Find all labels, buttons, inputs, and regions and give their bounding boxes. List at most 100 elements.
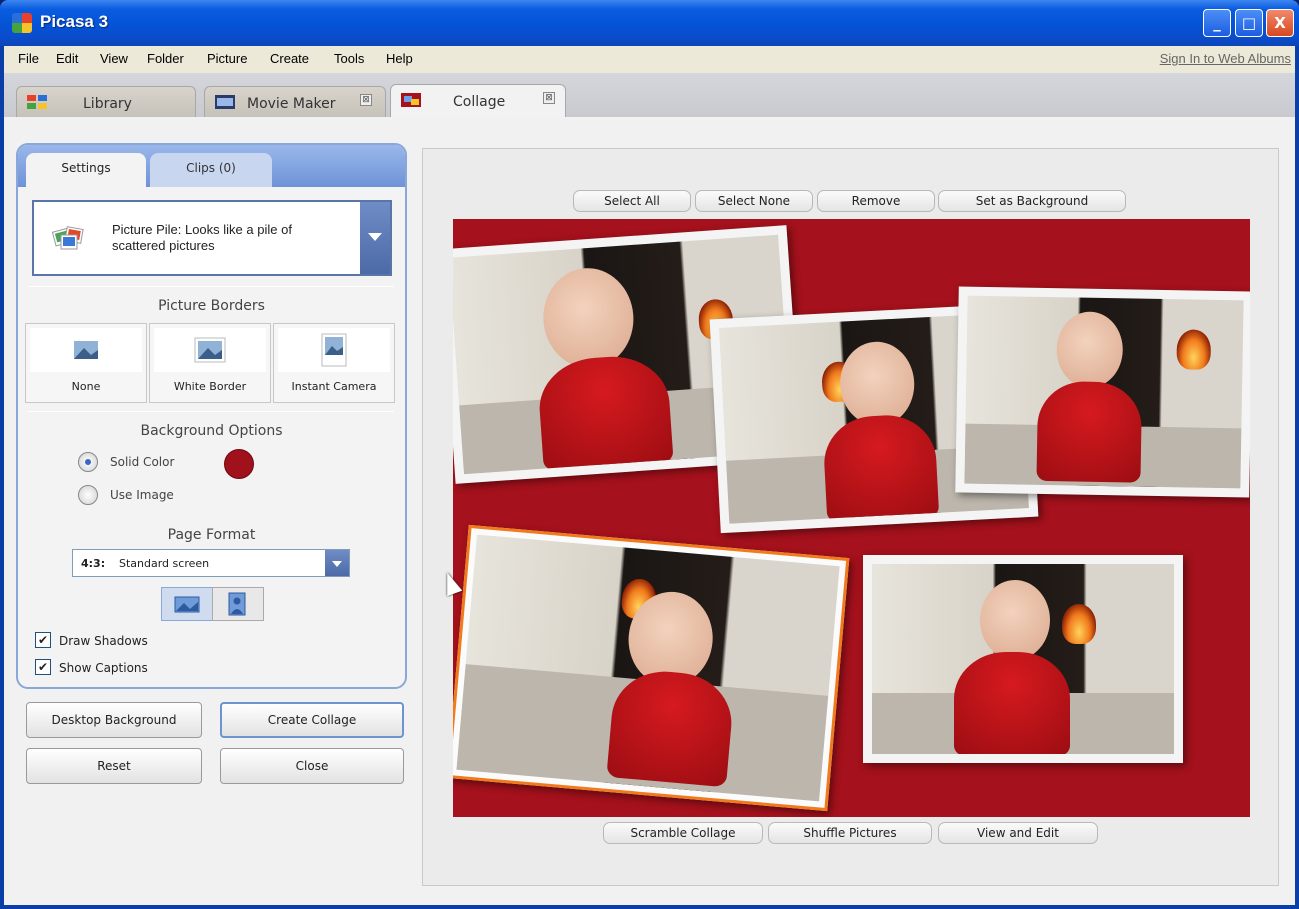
minimize-button[interactable]: _ — [1203, 9, 1231, 37]
tab-collage-label: Collage — [453, 94, 506, 110]
library-icon — [27, 95, 47, 109]
use-image-label: Use Image — [110, 488, 174, 502]
landscape-icon — [174, 596, 200, 613]
collage-type-dropdown[interactable]: Picture Pile: Looks like a pile of scatt… — [32, 200, 392, 276]
menu-view[interactable]: View — [100, 51, 128, 66]
baby-head — [980, 580, 1050, 660]
instant-camera-thumb-icon — [321, 333, 347, 367]
settings-panel-header: Settings Clips (0) — [18, 145, 405, 187]
view-and-edit-button[interactable]: View and Edit — [938, 822, 1098, 844]
baby-head — [838, 339, 917, 428]
collage-photo[interactable] — [955, 286, 1250, 498]
photo-image — [964, 295, 1244, 489]
landscape-thumb-icon — [194, 337, 226, 363]
select-none-button[interactable]: Select None — [695, 190, 813, 212]
landscape-thumb-icon — [74, 341, 98, 359]
collage-photo-selected[interactable] — [453, 524, 850, 812]
picasa-window: Picasa 3 _ □ X File Edit View Folder Pic… — [0, 0, 1299, 909]
close-window-button[interactable]: X — [1266, 9, 1294, 37]
shuffle-pictures-button[interactable]: Shuffle Pictures — [768, 822, 932, 844]
set-as-background-button[interactable]: Set as Background — [938, 190, 1126, 212]
tab-settings[interactable]: Settings — [26, 153, 146, 187]
menu-tools[interactable]: Tools — [334, 51, 364, 66]
tab-strip: Library Movie Maker ⊠ Collage ⊠ — [4, 73, 1295, 117]
landscape-orientation-button[interactable] — [161, 587, 213, 621]
border-white-label: White Border — [173, 380, 247, 393]
remove-button[interactable]: Remove — [817, 190, 935, 212]
picasa-app-icon — [12, 13, 32, 33]
collage-type-line1: Picture Pile: Looks like a pile of — [112, 222, 292, 237]
border-option-white-border[interactable]: White Border — [149, 323, 271, 403]
border-instant-label: Instant Camera — [291, 380, 377, 393]
select-all-button[interactable]: Select All — [573, 190, 691, 212]
portrait-icon — [228, 592, 246, 616]
collage-photo[interactable] — [863, 555, 1183, 763]
window-title: Picasa 3 — [40, 12, 109, 31]
solid-color-radio[interactable] — [78, 452, 98, 472]
baby-body — [536, 352, 674, 472]
close-tab-movie-maker-icon[interactable]: ⊠ — [360, 94, 372, 106]
baby-body — [954, 652, 1070, 754]
maximize-button[interactable]: □ — [1235, 9, 1263, 37]
page-format-title: Page Format — [167, 527, 256, 543]
fireplace-fire — [1176, 329, 1212, 370]
collage-workspace: Settings Clips (0) Picture Pile: Looks l… — [4, 117, 1295, 905]
divider — [28, 411, 394, 412]
page-format-name: Standard screen — [119, 557, 210, 570]
menu-help[interactable]: Help — [386, 51, 413, 66]
draw-shadows-checkbox[interactable]: ✔ — [35, 632, 51, 648]
draw-shadows-label: Draw Shadows — [59, 634, 148, 648]
sign-in-link[interactable]: Sign In to Web Albums — [1160, 51, 1291, 66]
tab-collage[interactable]: Collage ⊠ — [390, 84, 566, 117]
collage-type-line2: scattered pictures — [112, 238, 215, 253]
menu-picture[interactable]: Picture — [207, 51, 247, 66]
photo-image — [872, 564, 1174, 754]
solid-color-label: Solid Color — [110, 455, 175, 469]
reset-button[interactable]: Reset — [26, 748, 202, 784]
photo-image — [456, 534, 840, 802]
page-format-select[interactable]: 4:3: Standard screen — [72, 549, 350, 577]
chevron-down-icon[interactable] — [360, 202, 390, 274]
divider — [28, 286, 394, 287]
chevron-down-icon[interactable] — [325, 550, 349, 576]
close-button[interactable]: Close — [220, 748, 404, 784]
close-tab-collage-icon[interactable]: ⊠ — [543, 92, 555, 104]
menu-create[interactable]: Create — [270, 51, 309, 66]
page-format-ratio: 4:3: — [81, 557, 106, 570]
desktop-background-button[interactable]: Desktop Background — [26, 702, 202, 738]
show-captions-checkbox[interactable]: ✔ — [35, 659, 51, 675]
collage-icon — [401, 93, 421, 107]
border-white-thumb — [154, 328, 266, 372]
movie-maker-icon — [215, 95, 235, 109]
picture-borders-title: Picture Borders — [158, 298, 265, 314]
picture-pile-icon — [52, 226, 84, 250]
menu-edit[interactable]: Edit — [56, 51, 78, 66]
menu-folder[interactable]: Folder — [147, 51, 184, 66]
border-option-instant-camera[interactable]: Instant Camera — [273, 323, 395, 403]
tab-library[interactable]: Library — [16, 86, 196, 117]
baby-head — [1056, 311, 1124, 389]
background-color-swatch[interactable] — [224, 449, 254, 479]
title-bar[interactable]: Picasa 3 _ □ X — [0, 0, 1299, 46]
use-image-radio[interactable] — [78, 485, 98, 505]
collage-type-label: Picture Pile: Looks like a pile of scatt… — [112, 222, 352, 254]
border-none-label: None — [71, 380, 101, 393]
border-none-thumb — [30, 328, 142, 372]
collage-canvas-area: Select All Select None Remove Set as Bac… — [422, 148, 1279, 886]
border-option-none[interactable]: None — [25, 323, 147, 403]
tab-library-label: Library — [83, 96, 132, 112]
tab-movie-maker-label: Movie Maker — [247, 96, 336, 112]
tab-clips[interactable]: Clips (0) — [150, 153, 272, 187]
portrait-orientation-button[interactable] — [212, 587, 264, 621]
baby-body — [1036, 380, 1143, 483]
tab-movie-maker[interactable]: Movie Maker ⊠ — [204, 86, 386, 117]
collage-preview[interactable] — [453, 219, 1250, 817]
settings-panel: Settings Clips (0) Picture Pile: Looks l… — [16, 143, 407, 689]
baby-head — [540, 265, 637, 372]
create-collage-button[interactable]: Create Collage — [220, 702, 404, 738]
menu-bar: File Edit View Folder Picture Create Too… — [4, 46, 1295, 73]
baby-body — [821, 412, 940, 523]
background-options-title: Background Options — [140, 423, 283, 439]
menu-file[interactable]: File — [18, 51, 39, 66]
scramble-collage-button[interactable]: Scramble Collage — [603, 822, 763, 844]
